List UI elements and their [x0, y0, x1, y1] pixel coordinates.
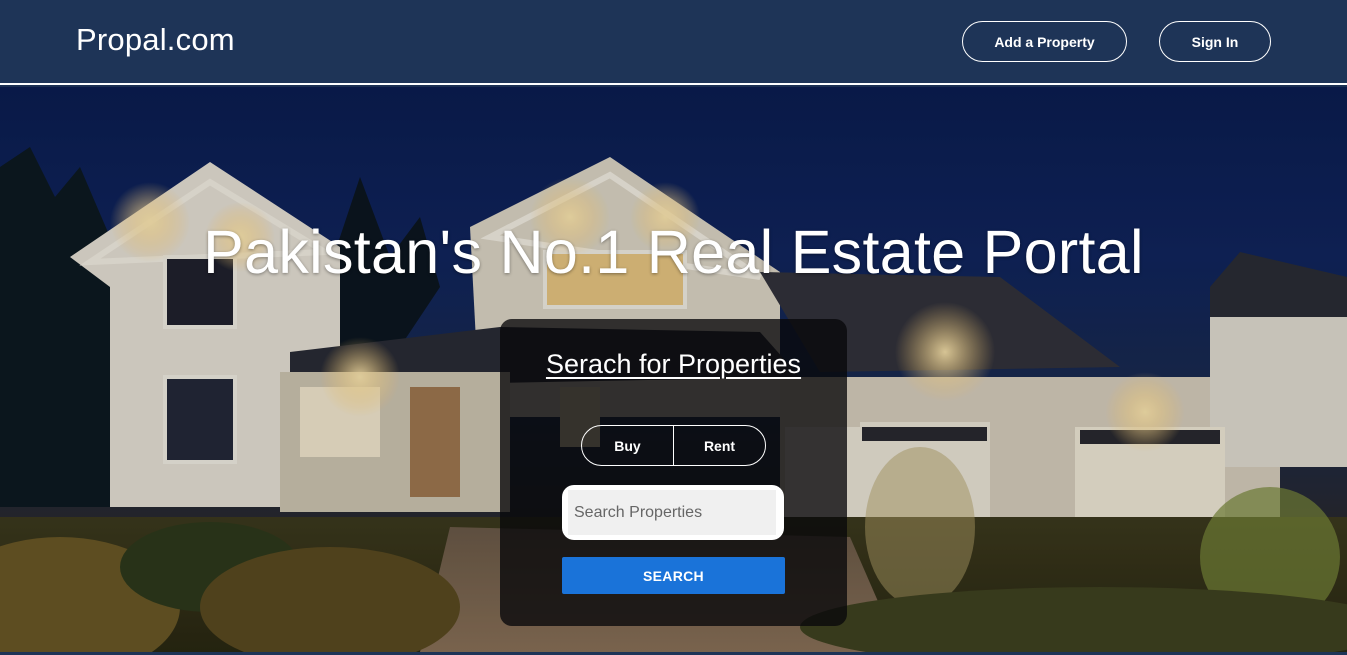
search-panel: Serach for Properties Buy Rent SEARCH — [500, 319, 847, 626]
search-button[interactable]: SEARCH — [562, 557, 785, 594]
add-property-button[interactable]: Add a Property — [962, 21, 1127, 62]
hero-title: Pakistan's No.1 Real Estate Portal — [203, 218, 1144, 286]
buy-option[interactable]: Buy — [582, 426, 674, 465]
sign-in-button[interactable]: Sign In — [1159, 21, 1271, 62]
brand-logo[interactable]: Propal.com — [76, 22, 235, 58]
search-input-wrapper — [562, 485, 784, 540]
hero-section: Pakistan's No.1 Real Estate Portal Serac… — [0, 87, 1347, 652]
rent-option[interactable]: Rent — [674, 426, 765, 465]
search-panel-title[interactable]: Serach for Properties — [500, 349, 847, 380]
search-input[interactable] — [568, 490, 776, 535]
buy-rent-toggle: Buy Rent — [581, 425, 766, 466]
navbar: Propal.com Add a Property Sign In — [0, 0, 1347, 85]
